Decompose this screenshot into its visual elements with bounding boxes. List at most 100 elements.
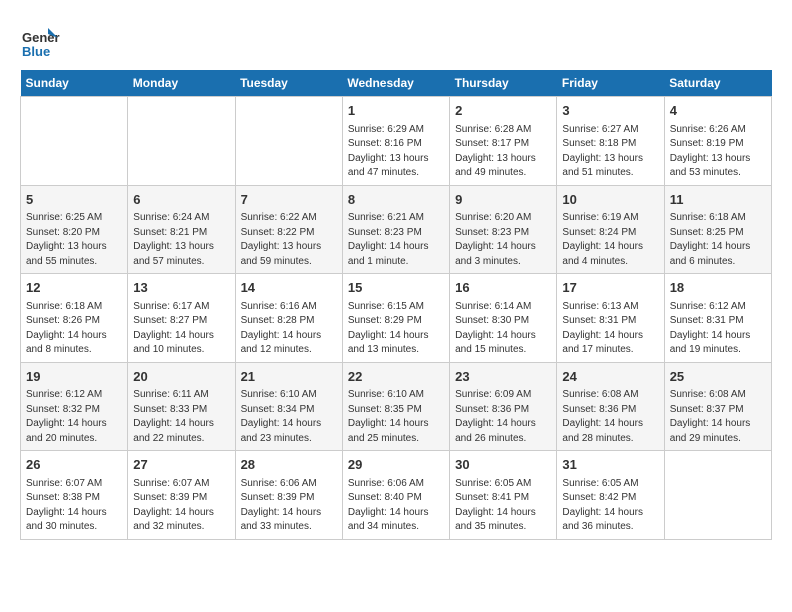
day-info: Sunrise: 6:07 AM Sunset: 8:39 PM Dayligh… [133,477,229,535]
day-number: 14 [241,278,337,298]
calendar-cell: 20Sunrise: 6:11 AM Sunset: 8:33 PM Dayli… [128,362,235,451]
day-info: Sunrise: 6:24 AM Sunset: 8:21 PM Dayligh… [133,211,229,269]
day-info: Sunrise: 6:12 AM Sunset: 8:31 PM Dayligh… [670,300,766,358]
day-number: 21 [241,367,337,387]
calendar-cell [128,97,235,186]
day-number: 10 [562,190,658,210]
weekday-header: Friday [557,70,664,97]
calendar-cell: 11Sunrise: 6:18 AM Sunset: 8:25 PM Dayli… [664,185,771,274]
calendar-cell: 5Sunrise: 6:25 AM Sunset: 8:20 PM Daylig… [21,185,128,274]
day-info: Sunrise: 6:21 AM Sunset: 8:23 PM Dayligh… [348,211,444,269]
calendar-cell [21,97,128,186]
logo-icon: General Blue [20,20,60,60]
day-info: Sunrise: 6:26 AM Sunset: 8:19 PM Dayligh… [670,123,766,181]
day-info: Sunrise: 6:15 AM Sunset: 8:29 PM Dayligh… [348,300,444,358]
calendar-cell: 10Sunrise: 6:19 AM Sunset: 8:24 PM Dayli… [557,185,664,274]
calendar-cell: 3Sunrise: 6:27 AM Sunset: 8:18 PM Daylig… [557,97,664,186]
day-number: 28 [241,455,337,475]
day-info: Sunrise: 6:08 AM Sunset: 8:36 PM Dayligh… [562,388,658,446]
logo: General Blue [20,20,64,60]
day-info: Sunrise: 6:22 AM Sunset: 8:22 PM Dayligh… [241,211,337,269]
day-info: Sunrise: 6:12 AM Sunset: 8:32 PM Dayligh… [26,388,122,446]
day-number: 24 [562,367,658,387]
day-number: 18 [670,278,766,298]
calendar-cell: 26Sunrise: 6:07 AM Sunset: 8:38 PM Dayli… [21,451,128,540]
calendar-cell: 27Sunrise: 6:07 AM Sunset: 8:39 PM Dayli… [128,451,235,540]
day-number: 22 [348,367,444,387]
calendar-cell: 28Sunrise: 6:06 AM Sunset: 8:39 PM Dayli… [235,451,342,540]
calendar-cell: 25Sunrise: 6:08 AM Sunset: 8:37 PM Dayli… [664,362,771,451]
weekday-header: Tuesday [235,70,342,97]
svg-text:Blue: Blue [22,44,50,59]
day-number: 6 [133,190,229,210]
day-info: Sunrise: 6:05 AM Sunset: 8:42 PM Dayligh… [562,477,658,535]
calendar-cell: 9Sunrise: 6:20 AM Sunset: 8:23 PM Daylig… [450,185,557,274]
day-number: 30 [455,455,551,475]
calendar-week-row: 19Sunrise: 6:12 AM Sunset: 8:32 PM Dayli… [21,362,772,451]
calendar-cell: 2Sunrise: 6:28 AM Sunset: 8:17 PM Daylig… [450,97,557,186]
day-number: 15 [348,278,444,298]
day-info: Sunrise: 6:06 AM Sunset: 8:39 PM Dayligh… [241,477,337,535]
day-number: 16 [455,278,551,298]
day-info: Sunrise: 6:27 AM Sunset: 8:18 PM Dayligh… [562,123,658,181]
calendar-cell: 12Sunrise: 6:18 AM Sunset: 8:26 PM Dayli… [21,274,128,363]
calendar-cell: 1Sunrise: 6:29 AM Sunset: 8:16 PM Daylig… [342,97,449,186]
calendar-cell: 7Sunrise: 6:22 AM Sunset: 8:22 PM Daylig… [235,185,342,274]
weekday-header: Monday [128,70,235,97]
calendar-cell: 16Sunrise: 6:14 AM Sunset: 8:30 PM Dayli… [450,274,557,363]
calendar-cell: 13Sunrise: 6:17 AM Sunset: 8:27 PM Dayli… [128,274,235,363]
calendar-header: SundayMondayTuesdayWednesdayThursdayFrid… [21,70,772,97]
calendar-cell: 15Sunrise: 6:15 AM Sunset: 8:29 PM Dayli… [342,274,449,363]
calendar-cell: 31Sunrise: 6:05 AM Sunset: 8:42 PM Dayli… [557,451,664,540]
day-info: Sunrise: 6:19 AM Sunset: 8:24 PM Dayligh… [562,211,658,269]
day-info: Sunrise: 6:17 AM Sunset: 8:27 PM Dayligh… [133,300,229,358]
day-info: Sunrise: 6:18 AM Sunset: 8:25 PM Dayligh… [670,211,766,269]
day-number: 29 [348,455,444,475]
day-number: 13 [133,278,229,298]
day-info: Sunrise: 6:29 AM Sunset: 8:16 PM Dayligh… [348,123,444,181]
day-info: Sunrise: 6:14 AM Sunset: 8:30 PM Dayligh… [455,300,551,358]
weekday-header: Thursday [450,70,557,97]
calendar-cell: 8Sunrise: 6:21 AM Sunset: 8:23 PM Daylig… [342,185,449,274]
calendar-cell: 19Sunrise: 6:12 AM Sunset: 8:32 PM Dayli… [21,362,128,451]
day-info: Sunrise: 6:25 AM Sunset: 8:20 PM Dayligh… [26,211,122,269]
day-info: Sunrise: 6:07 AM Sunset: 8:38 PM Dayligh… [26,477,122,535]
calendar-cell: 14Sunrise: 6:16 AM Sunset: 8:28 PM Dayli… [235,274,342,363]
day-info: Sunrise: 6:28 AM Sunset: 8:17 PM Dayligh… [455,123,551,181]
calendar-body: 1Sunrise: 6:29 AM Sunset: 8:16 PM Daylig… [21,97,772,540]
page-header: General Blue [20,20,772,60]
calendar-cell: 18Sunrise: 6:12 AM Sunset: 8:31 PM Dayli… [664,274,771,363]
weekday-header: Wednesday [342,70,449,97]
day-number: 26 [26,455,122,475]
day-number: 23 [455,367,551,387]
day-info: Sunrise: 6:20 AM Sunset: 8:23 PM Dayligh… [455,211,551,269]
day-number: 8 [348,190,444,210]
weekday-header: Sunday [21,70,128,97]
day-info: Sunrise: 6:08 AM Sunset: 8:37 PM Dayligh… [670,388,766,446]
calendar-cell: 4Sunrise: 6:26 AM Sunset: 8:19 PM Daylig… [664,97,771,186]
calendar-cell: 29Sunrise: 6:06 AM Sunset: 8:40 PM Dayli… [342,451,449,540]
day-info: Sunrise: 6:05 AM Sunset: 8:41 PM Dayligh… [455,477,551,535]
day-number: 7 [241,190,337,210]
day-number: 1 [348,101,444,121]
day-info: Sunrise: 6:13 AM Sunset: 8:31 PM Dayligh… [562,300,658,358]
day-info: Sunrise: 6:10 AM Sunset: 8:34 PM Dayligh… [241,388,337,446]
day-number: 4 [670,101,766,121]
calendar-cell: 30Sunrise: 6:05 AM Sunset: 8:41 PM Dayli… [450,451,557,540]
day-info: Sunrise: 6:06 AM Sunset: 8:40 PM Dayligh… [348,477,444,535]
day-number: 11 [670,190,766,210]
calendar-cell: 6Sunrise: 6:24 AM Sunset: 8:21 PM Daylig… [128,185,235,274]
calendar-table: SundayMondayTuesdayWednesdayThursdayFrid… [20,70,772,540]
calendar-week-row: 5Sunrise: 6:25 AM Sunset: 8:20 PM Daylig… [21,185,772,274]
day-number: 12 [26,278,122,298]
calendar-cell [235,97,342,186]
day-number: 5 [26,190,122,210]
day-info: Sunrise: 6:10 AM Sunset: 8:35 PM Dayligh… [348,388,444,446]
calendar-cell: 17Sunrise: 6:13 AM Sunset: 8:31 PM Dayli… [557,274,664,363]
day-number: 9 [455,190,551,210]
calendar-week-row: 26Sunrise: 6:07 AM Sunset: 8:38 PM Dayli… [21,451,772,540]
day-number: 25 [670,367,766,387]
calendar-cell: 21Sunrise: 6:10 AM Sunset: 8:34 PM Dayli… [235,362,342,451]
svg-text:General: General [22,30,60,45]
day-info: Sunrise: 6:09 AM Sunset: 8:36 PM Dayligh… [455,388,551,446]
